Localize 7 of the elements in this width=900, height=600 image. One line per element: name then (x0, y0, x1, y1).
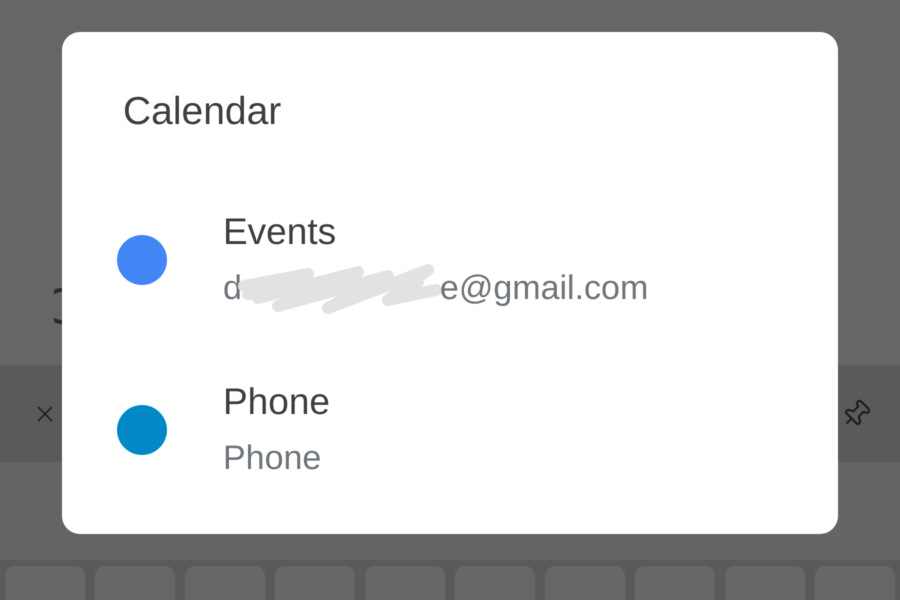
calendar-name: Events (223, 210, 336, 254)
calendar-name: Phone (223, 380, 330, 424)
ring-icon (54, 287, 63, 325)
account-text: d (223, 268, 242, 309)
account-text: e@gmail.com (440, 268, 648, 309)
account-text: Phone (223, 438, 322, 479)
dialog-title: Calendar (123, 89, 282, 135)
